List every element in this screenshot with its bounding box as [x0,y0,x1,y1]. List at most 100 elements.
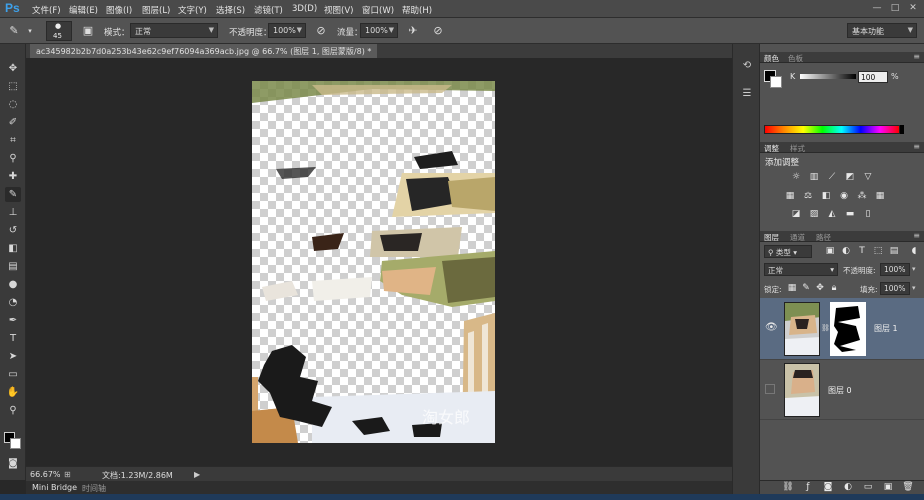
new-adjustment-icon[interactable]: ◐ [842,482,854,493]
brush-tool-icon[interactable]: ✎ [5,187,21,202]
pressure-size-icon[interactable]: ⊘ [430,23,446,39]
link-layers-icon[interactable]: ⛓︎ [782,482,794,493]
tab-adjustments[interactable]: 调整 [764,143,779,154]
menu-image[interactable]: 图像(I) [106,4,132,16]
layer-thumbnail[interactable] [784,363,820,417]
filter-shape-icon[interactable]: ⬚ [872,246,884,257]
quick-mask-icon[interactable]: ◙ [5,456,21,471]
new-group-icon[interactable]: ▭ [862,482,874,493]
layer-thumbnail[interactable] [784,302,820,356]
panel-menu-icon[interactable]: ≡ [913,231,920,240]
new-layer-icon[interactable]: ▣ [882,482,894,493]
menu-type[interactable]: 文字(Y) [178,4,207,16]
brightness-contrast-icon[interactable]: ☼ [790,172,802,183]
menu-layer[interactable]: 图层(L) [142,4,170,16]
menu-window[interactable]: 窗口(W) [362,4,394,16]
close-window-button[interactable]: ✕ [904,3,922,14]
background-color-swatch[interactable] [770,76,782,88]
trash-icon[interactable]: 🗑︎ [902,482,914,493]
color-spectrum-ramp[interactable] [764,125,900,134]
brush-panel-toggle-icon[interactable]: ▣ [80,23,96,39]
panel-menu-icon[interactable]: ≡ [913,52,920,61]
channel-mixer-icon[interactable]: ⁂ [856,191,868,202]
brush-size-picker[interactable]: ● 45 [46,21,72,41]
layer-name[interactable]: 图层 0 [828,385,852,396]
clone-stamp-tool-icon[interactable]: ⊥ [5,205,21,220]
filter-pixel-icon[interactable]: ▣ [824,246,836,257]
curves-icon[interactable]: ⟋ [826,172,838,183]
threshold-icon[interactable]: ◭ [826,209,838,220]
color-ramp-black[interactable] [900,125,904,134]
levels-icon[interactable]: ▥ [808,172,820,183]
exposure-icon[interactable]: ◩ [844,172,856,183]
eraser-tool-icon[interactable]: ◧ [5,241,21,256]
add-mask-icon[interactable]: ◙ [822,482,834,493]
filter-adjustment-icon[interactable]: ◐ [840,246,852,257]
hand-tool-icon[interactable]: ✋ [5,385,21,400]
mode-select[interactable]: 正常 ▼ [130,23,218,38]
status-menu-arrow-icon[interactable]: ▶ [194,470,200,479]
shape-tool-icon[interactable]: ▭ [5,367,21,382]
fill-input[interactable]: 100% [880,282,910,295]
layer-opacity-input[interactable]: 100% [880,263,910,276]
menu-file[interactable]: 文件(F) [32,4,61,16]
healing-brush-tool-icon[interactable]: ✚ [5,169,21,184]
chevron-down-icon[interactable]: ▾ [912,265,916,273]
menu-3d[interactable]: 3D(D) [292,4,317,14]
flow-input[interactable]: 100% ▼ [360,23,398,38]
color-balance-icon[interactable]: ⚖ [802,191,814,202]
chevron-down-icon[interactable]: ▾ [22,23,38,39]
tab-styles[interactable]: 样式 [790,143,805,154]
history-brush-tool-icon[interactable]: ↺ [5,223,21,238]
filter-smart-object-icon[interactable]: ▤ [888,246,900,257]
tab-channels[interactable]: 通道 [790,232,805,243]
status-info-icon[interactable]: ⊞ [64,470,71,479]
marquee-tool-icon[interactable]: ⬚ [5,79,21,94]
tab-layers[interactable]: 图层 [764,232,779,243]
layer-style-icon[interactable]: ƒ [802,482,814,493]
layer-row-layer-0[interactable]: 图层 0 [760,360,924,420]
lock-all-icon[interactable]: 🔒︎ [828,283,840,294]
type-tool-icon[interactable]: T [5,331,21,346]
eye-visibility-icon[interactable]: 👁︎ [765,322,778,333]
selective-color-icon[interactable]: ▯ [862,209,874,220]
zoom-level[interactable]: 66.67% [30,470,61,479]
blur-tool-icon[interactable]: ● [5,277,21,292]
zoom-tool-icon[interactable]: ⚲ [5,403,21,418]
airbrush-icon[interactable]: ✈ [405,23,421,39]
gradient-tool-icon[interactable]: ▤ [5,259,21,274]
pen-tool-icon[interactable]: ✒ [5,313,21,328]
photoshop-logo[interactable]: Ps [5,1,20,15]
workspace-select[interactable]: 基本功能 ▼ [847,23,917,38]
move-tool-icon[interactable]: ✥ [5,61,21,76]
quick-select-tool-icon[interactable]: ✐ [5,115,21,130]
tab-mini-bridge[interactable]: Mini Bridge [32,483,77,492]
visibility-toggle-empty[interactable] [765,384,775,394]
layer-mask-thumbnail[interactable] [830,302,866,356]
gradient-map-icon[interactable]: ▬ [844,209,856,220]
chevron-down-icon[interactable]: ▾ [912,284,916,292]
eyedropper-tool-icon[interactable]: ⚲ [5,151,21,166]
crop-tool-icon[interactable]: ⌗ [5,133,21,148]
invert-icon[interactable]: ◪ [790,209,802,220]
black-white-icon[interactable]: ◧ [820,191,832,202]
properties-panel-icon[interactable]: ☰ [739,86,755,102]
path-select-tool-icon[interactable]: ➤ [5,349,21,364]
mask-link-icon[interactable]: ⛓︎ [821,324,830,332]
brush-tool-preset-icon[interactable]: ✎ [6,23,22,39]
lock-pixels-icon[interactable]: ✎ [800,283,812,294]
filter-toggle-icon[interactable]: ◖ [908,246,920,257]
tab-timeline[interactable]: 时间轴 [82,483,106,494]
layer-row-layer-1[interactable]: 👁︎ ⛓︎ 图层 1 [760,298,924,360]
minimize-button[interactable]: — [868,3,886,14]
background-color-swatch[interactable] [10,438,21,449]
lock-position-icon[interactable]: ✥ [814,283,826,294]
canvas-area[interactable]: 淘女郎 [26,58,732,466]
vibrance-icon[interactable]: ▽ [862,172,874,183]
tab-swatches[interactable]: 色板 [788,53,803,64]
document-canvas[interactable]: 淘女郎 [252,81,495,443]
panel-menu-icon[interactable]: ≡ [913,142,920,151]
menu-help[interactable]: 帮助(H) [402,4,432,16]
menu-view[interactable]: 视图(V) [324,4,353,16]
tab-color[interactable]: 颜色 [764,53,779,64]
